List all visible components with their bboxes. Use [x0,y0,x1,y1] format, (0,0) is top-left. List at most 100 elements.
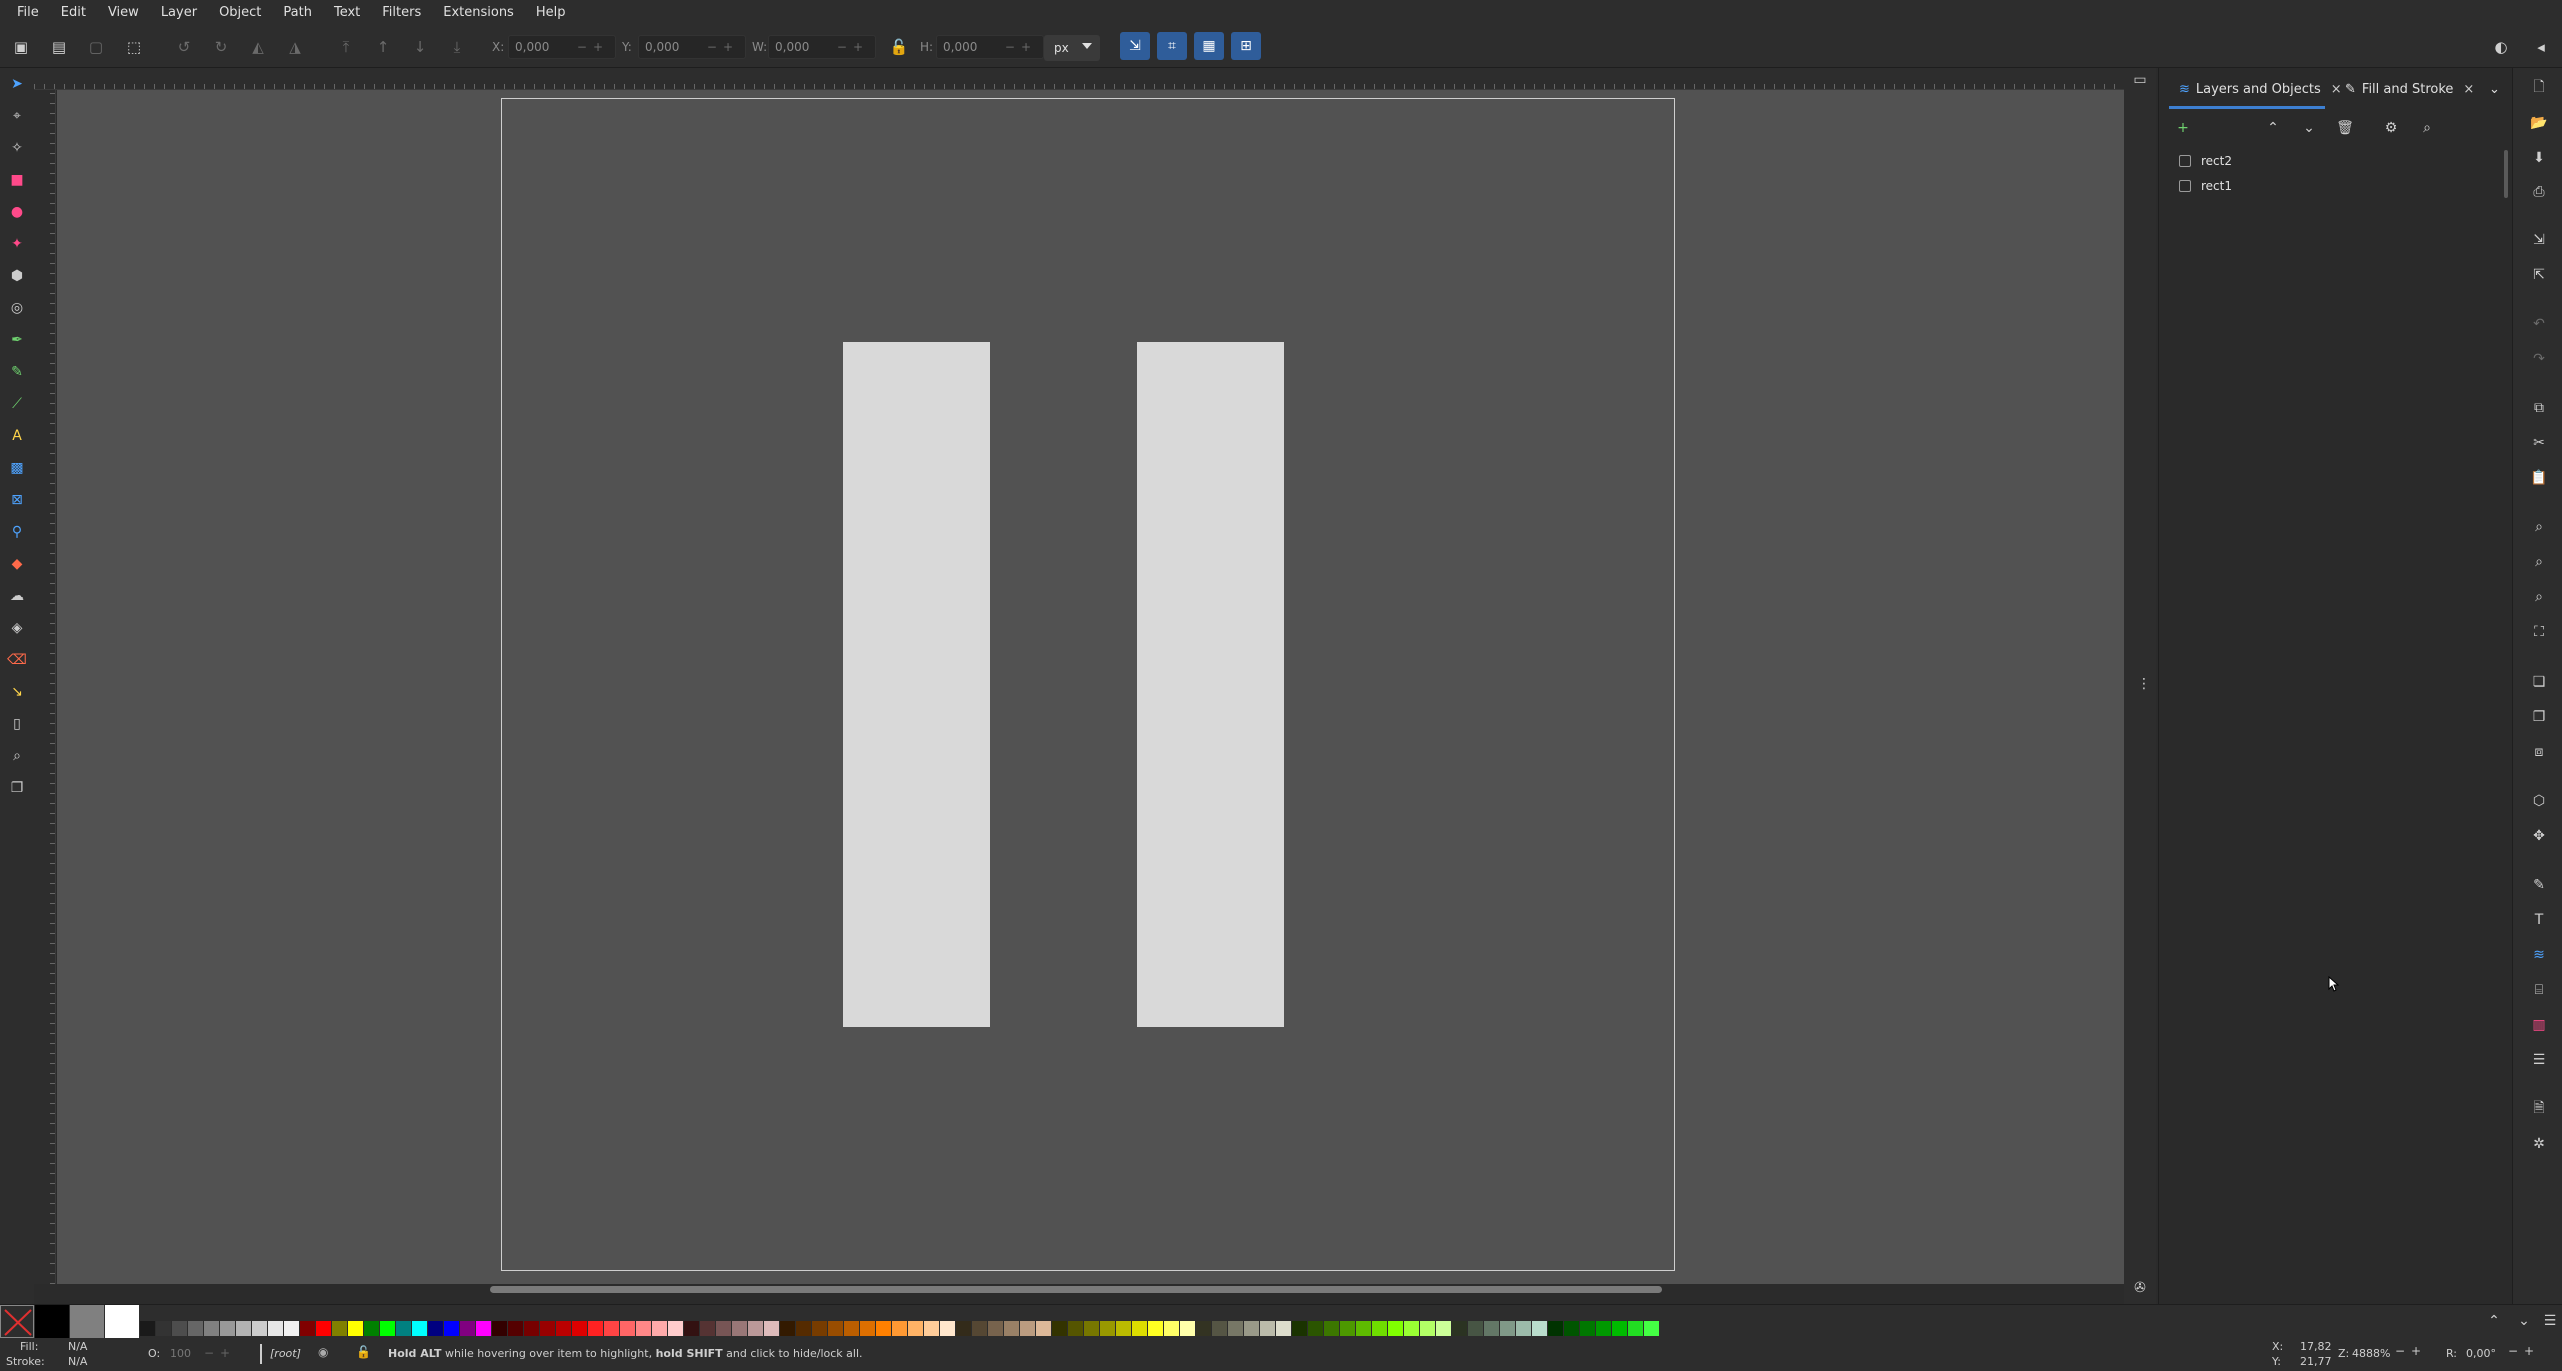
xml-editor-icon[interactable]: ⌸ [2529,980,2549,1000]
w-stepper-icon[interactable]: −+ [837,40,869,54]
color-swatch[interactable] [604,1321,619,1336]
color-swatch[interactable] [1628,1321,1643,1336]
move-down-icon[interactable]: ⌄ [2299,118,2319,138]
node-tool-icon[interactable]: ⌖ [7,106,27,126]
color-swatch[interactable] [684,1321,699,1336]
color-swatch[interactable] [1548,1321,1563,1336]
color-swatch[interactable] [1612,1321,1627,1336]
color-swatch[interactable] [1308,1321,1323,1336]
y-input[interactable]: 0,000 −+ [638,35,746,59]
color-swatch[interactable] [940,1321,955,1336]
color-swatch[interactable] [444,1321,459,1336]
lower-icon[interactable]: ↓ [409,36,431,58]
color-swatch[interactable] [780,1321,795,1336]
pen-tool-icon[interactable]: ✒ [7,330,27,350]
lower-to-bottom-icon[interactable]: ⤓ [446,36,468,58]
menu-object[interactable]: Object [208,0,272,26]
zoom-stepper-icon[interactable]: −+ [2395,1344,2427,1358]
color-swatch[interactable] [556,1321,571,1336]
color-swatch[interactable] [716,1321,731,1336]
color-swatch[interactable] [1036,1321,1051,1336]
color-swatch[interactable] [1564,1321,1579,1336]
color-swatch[interactable] [988,1321,1003,1336]
zoom-selection-icon[interactable]: ⌕ [2529,517,2549,537]
color-swatch[interactable] [1260,1321,1275,1336]
color-swatch[interactable] [1116,1321,1131,1336]
color-swatch[interactable] [1148,1321,1163,1336]
horizontal-ruler[interactable] [34,68,2124,90]
black-swatch[interactable] [35,1305,69,1338]
ungroup-icon[interactable]: ✥ [2529,826,2549,846]
pages-tool-icon[interactable]: ❐ [7,778,27,798]
search-icon[interactable]: ⌕ [2417,118,2437,138]
color-swatch[interactable] [252,1321,267,1336]
color-swatch[interactable] [828,1321,843,1336]
snap-icon[interactable]: ◐ [2490,36,2512,58]
3d-box-tool-icon[interactable]: ⬢ [7,266,27,286]
rotate-ccw-icon[interactable]: ↺ [173,36,195,58]
color-swatch[interactable] [1644,1321,1659,1336]
mesh-tool-icon[interactable]: ⊠ [7,490,27,510]
scale-stroke-button[interactable]: ⇲ [1120,32,1150,60]
color-swatch[interactable] [572,1321,587,1336]
color-swatch[interactable] [956,1321,971,1336]
color-swatch[interactable] [1292,1321,1307,1336]
color-swatch[interactable] [332,1321,347,1336]
paste-icon[interactable]: 📋 [2529,468,2549,488]
panel-scrollbar[interactable] [2504,150,2508,198]
preferences-icon[interactable]: ✲ [2529,1134,2549,1154]
color-swatch[interactable] [476,1321,491,1336]
scale-corners-button[interactable]: ⌗ [1157,32,1187,60]
color-swatch[interactable] [172,1321,187,1336]
color-swatch[interactable] [1484,1321,1499,1336]
copy-icon[interactable]: ⧉ [2529,398,2549,418]
menu-extensions[interactable]: Extensions [432,0,525,26]
unit-select[interactable]: px [1044,35,1100,61]
unlink-clone-icon[interactable]: ⧈ [2529,742,2549,762]
save-icon[interactable]: ⬇ [2529,148,2549,168]
selector-tool-icon[interactable]: ➤ [7,74,27,94]
move-patterns-button[interactable]: ⊞ [1231,32,1261,60]
color-swatch[interactable] [764,1321,779,1336]
color-swatch[interactable] [1500,1321,1515,1336]
raise-icon[interactable]: ↑ [372,36,394,58]
text-font-icon[interactable]: T [2529,910,2549,930]
color-swatch[interactable] [348,1321,363,1336]
color-swatch[interactable] [460,1321,475,1336]
color-swatch[interactable] [1132,1321,1147,1336]
close-icon[interactable]: × [2331,82,2342,97]
color-swatch[interactable] [1020,1321,1035,1336]
h-input[interactable]: 0,000 −+ [936,35,1044,59]
menu-layer[interactable]: Layer [150,0,208,26]
fill-stroke-dialog-icon[interactable]: ✎ [2529,875,2549,895]
color-swatch[interactable] [1212,1321,1227,1336]
star-tool-icon[interactable]: ✦ [7,234,27,254]
color-swatch[interactable] [204,1321,219,1336]
new-document-icon[interactable]: 🗋 [2529,78,2549,98]
color-swatch[interactable] [1228,1321,1243,1336]
visibility-icon[interactable]: ◉ [318,1345,328,1359]
color-swatch[interactable] [1180,1321,1195,1336]
tab-layers-and-objects[interactable]: ≋ Layers and Objects × [2179,76,2342,102]
color-swatch[interactable] [972,1321,987,1336]
zoom-tool-icon[interactable]: ⌕ [7,746,27,766]
color-swatch[interactable] [220,1321,235,1336]
raise-to-top-icon[interactable]: ⤒ [335,36,357,58]
color-swatch[interactable] [732,1321,747,1336]
color-swatch[interactable] [316,1321,331,1336]
color-swatch[interactable] [652,1321,667,1336]
rect2[interactable] [1137,342,1284,1027]
color-swatch[interactable] [1004,1321,1019,1336]
menu-text[interactable]: Text [323,0,371,26]
menu-view[interactable]: View [97,0,150,26]
tweak-tool-icon[interactable]: ✧ [7,138,27,158]
color-swatch[interactable] [1532,1321,1547,1336]
settings-gear-icon[interactable]: ⚙ [2381,118,2401,138]
color-swatch[interactable] [908,1321,923,1336]
select-all-layers-icon[interactable]: ▤ [48,36,70,58]
vertical-ruler[interactable] [34,90,56,1284]
color-swatch[interactable] [1388,1321,1403,1336]
color-swatch[interactable] [700,1321,715,1336]
palette-down-icon[interactable]: ⌄ [2514,1311,2534,1331]
color-swatch[interactable] [524,1321,539,1336]
